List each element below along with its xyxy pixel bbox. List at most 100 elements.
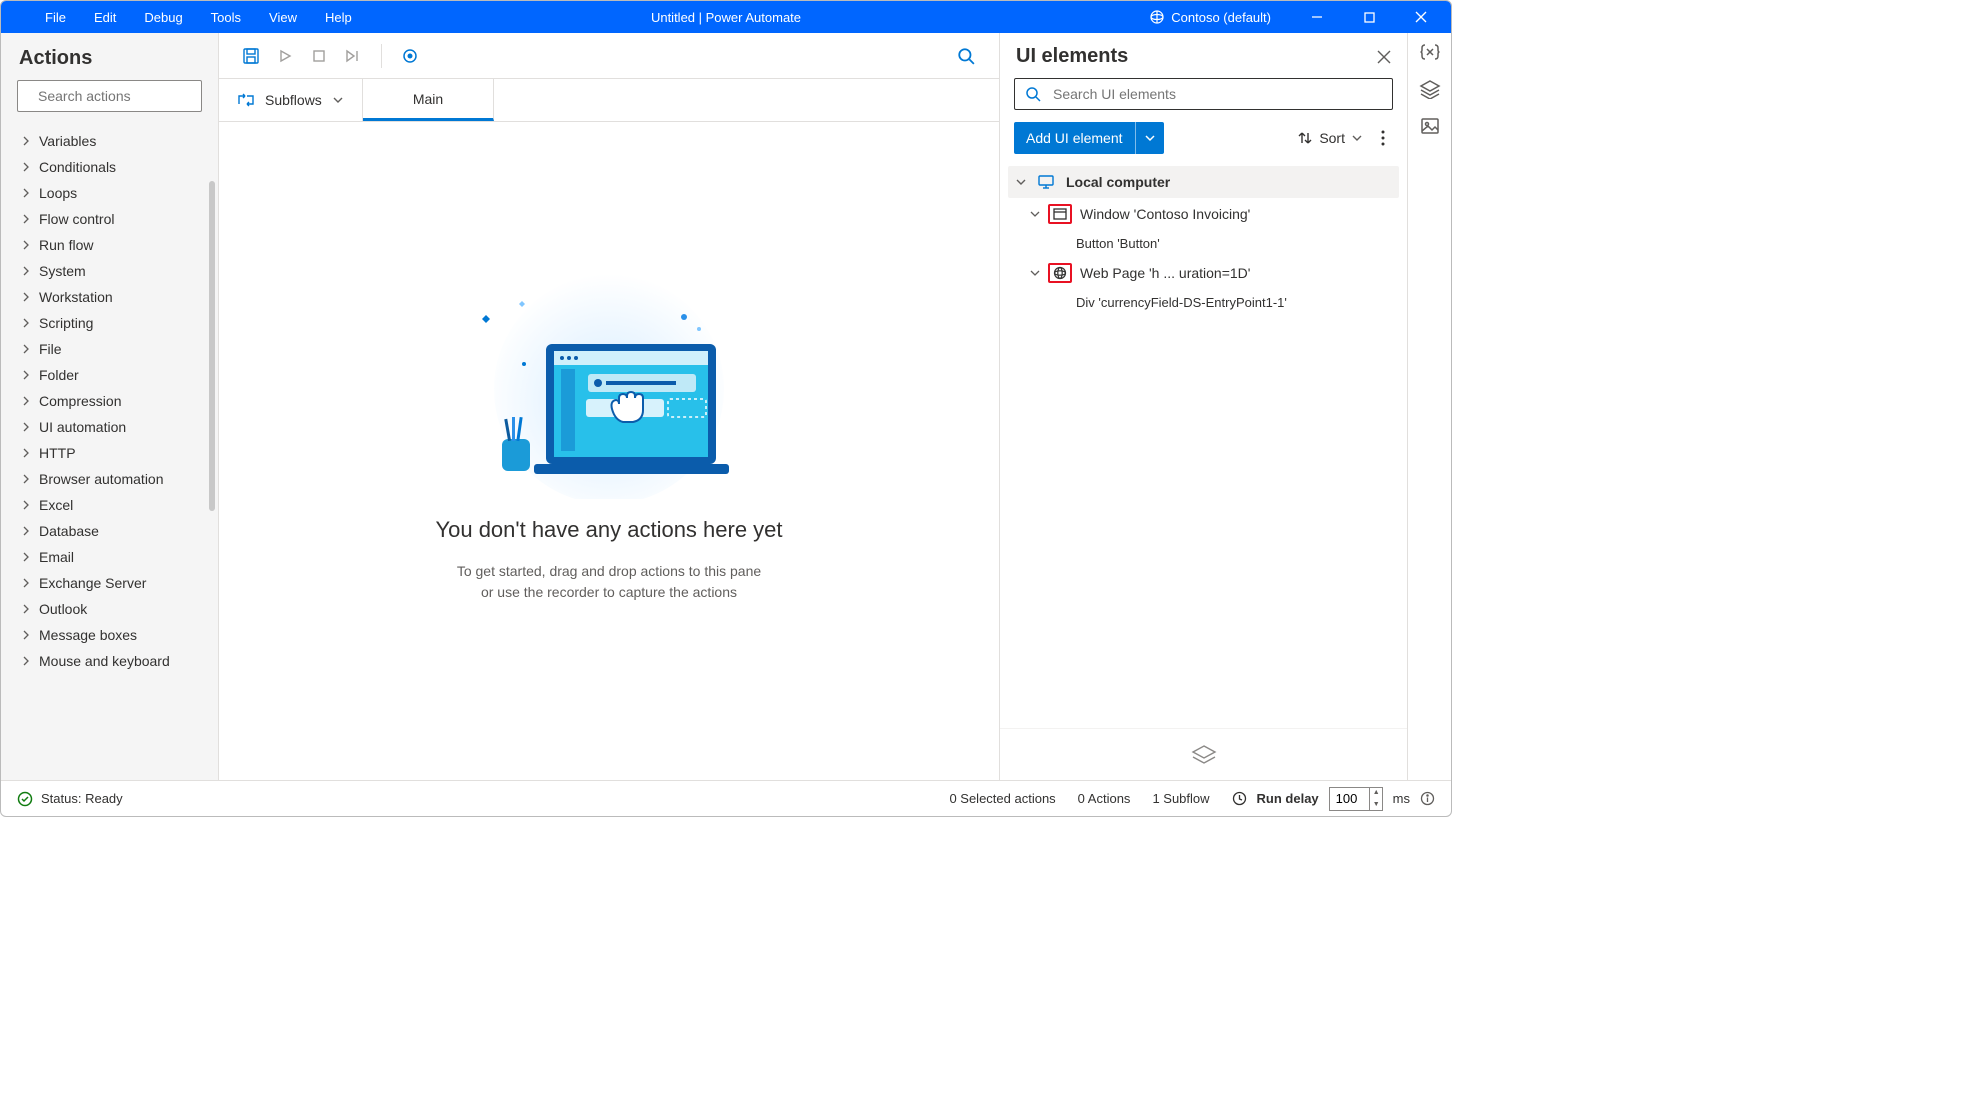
- chevron-right-icon: [21, 370, 31, 380]
- action-group-file[interactable]: File: [1, 336, 218, 362]
- chevron-right-icon: [21, 162, 31, 172]
- action-group-database[interactable]: Database: [1, 518, 218, 544]
- menu-view[interactable]: View: [255, 10, 311, 25]
- menu-file[interactable]: File: [31, 10, 80, 25]
- tree-root[interactable]: Local computer: [1008, 166, 1399, 198]
- minimize-button[interactable]: [1295, 1, 1339, 33]
- body: Actions VariablesConditionalsLoopsFlow c…: [1, 33, 1451, 780]
- run-delay-unit: ms: [1393, 791, 1410, 806]
- action-group-flow-control[interactable]: Flow control: [1, 206, 218, 232]
- subflow-icon: [237, 92, 255, 108]
- tree-item-button[interactable]: Button 'Button': [1008, 230, 1399, 257]
- run-button[interactable]: [269, 40, 301, 72]
- chevron-down-icon: [1016, 177, 1026, 187]
- action-group-run-flow[interactable]: Run flow: [1, 232, 218, 258]
- run-delay-group: Run delay ▲▼ ms: [1232, 787, 1435, 811]
- ui-elements-tree: Local computer Window 'Contoso Invoicing…: [1000, 166, 1407, 728]
- chevron-right-icon: [21, 474, 31, 484]
- action-group-http[interactable]: HTTP: [1, 440, 218, 466]
- save-button[interactable]: [235, 40, 267, 72]
- ui-elements-heading: UI elements: [1016, 45, 1377, 68]
- actions-search-input[interactable]: [36, 87, 221, 105]
- menu-debug[interactable]: Debug: [130, 10, 196, 25]
- menu-help[interactable]: Help: [311, 10, 366, 25]
- chevron-right-icon: [21, 240, 31, 250]
- record-button[interactable]: [394, 40, 426, 72]
- action-group-browser-automation[interactable]: Browser automation: [1, 466, 218, 492]
- chevron-right-icon: [21, 526, 31, 536]
- close-button[interactable]: [1399, 1, 1443, 33]
- close-panel-button[interactable]: [1377, 50, 1391, 64]
- chevron-right-icon: [21, 604, 31, 614]
- ui-elements-search-input[interactable]: [1051, 85, 1382, 103]
- images-rail-button[interactable]: [1420, 117, 1440, 135]
- action-group-excel[interactable]: Excel: [1, 492, 218, 518]
- computer-icon: [1034, 172, 1058, 192]
- add-ui-element-button[interactable]: Add UI element: [1014, 122, 1164, 154]
- status-ready: Status: Ready: [41, 791, 123, 806]
- tab-main[interactable]: Main: [363, 79, 494, 121]
- action-group-ui-automation[interactable]: UI automation: [1, 414, 218, 440]
- action-group-workstation[interactable]: Workstation: [1, 284, 218, 310]
- action-group-exchange-server[interactable]: Exchange Server: [1, 570, 218, 596]
- action-group-system[interactable]: System: [1, 258, 218, 284]
- chevron-down-icon: [332, 94, 344, 106]
- action-group-email[interactable]: Email: [1, 544, 218, 570]
- action-group-message-boxes[interactable]: Message boxes: [1, 622, 218, 648]
- screens-placeholder: [1000, 728, 1407, 780]
- tree-item-div[interactable]: Div 'currencyField-DS-EntryPoint1-1': [1008, 289, 1399, 316]
- run-delay-stepper[interactable]: ▲▼: [1369, 787, 1383, 811]
- menu-tools[interactable]: Tools: [197, 10, 255, 25]
- actions-heading: Actions: [1, 33, 218, 80]
- chevron-down-icon: [1030, 209, 1040, 219]
- stop-button[interactable]: [303, 40, 335, 72]
- variables-rail-button[interactable]: [1420, 43, 1440, 61]
- maximize-button[interactable]: [1347, 1, 1391, 33]
- environment-label[interactable]: Contoso (default): [1171, 10, 1271, 25]
- tree-item-window[interactable]: Window 'Contoso Invoicing': [1008, 198, 1399, 230]
- more-button[interactable]: [1373, 130, 1393, 146]
- scrollbar[interactable]: [209, 181, 215, 511]
- center-area: Subflows Main: [219, 33, 999, 780]
- environment-icon: Contoso (default): [1149, 9, 1287, 25]
- window-icon: [1048, 204, 1072, 224]
- status-bar: Status: Ready 0 Selected actions 0 Actio…: [1, 780, 1451, 816]
- empty-state-illustration: [454, 269, 764, 499]
- action-group-variables[interactable]: Variables: [1, 128, 218, 154]
- search-icon: [1025, 86, 1041, 102]
- actions-search[interactable]: [17, 80, 202, 112]
- chevron-down-icon: [1351, 132, 1363, 144]
- action-group-outlook[interactable]: Outlook: [1, 596, 218, 622]
- designer-canvas[interactable]: You don't have any actions here yet To g…: [219, 122, 999, 780]
- action-group-folder[interactable]: Folder: [1, 362, 218, 388]
- chevron-right-icon: [21, 656, 31, 666]
- run-delay-label: Run delay: [1257, 791, 1319, 806]
- status-selected: 0 Selected actions: [949, 791, 1055, 806]
- designer-toolbar: [219, 33, 999, 79]
- chevron-right-icon: [21, 448, 31, 458]
- add-ui-element-split[interactable]: [1135, 122, 1164, 154]
- info-icon[interactable]: [1420, 791, 1435, 806]
- chevron-right-icon: [21, 214, 31, 224]
- chevron-right-icon: [21, 266, 31, 276]
- subflows-dropdown[interactable]: Subflows: [219, 79, 363, 121]
- ui-elements-search[interactable]: [1014, 78, 1393, 110]
- status-actions: 0 Actions: [1078, 791, 1131, 806]
- action-group-scripting[interactable]: Scripting: [1, 310, 218, 336]
- sort-icon: [1297, 130, 1313, 146]
- action-group-conditionals[interactable]: Conditionals: [1, 154, 218, 180]
- titlebar: Untitled | Power Automate File Edit Debu…: [1, 1, 1451, 33]
- action-group-mouse-and-keyboard[interactable]: Mouse and keyboard: [1, 648, 218, 674]
- chevron-right-icon: [21, 292, 31, 302]
- step-button[interactable]: [337, 40, 369, 72]
- chevron-right-icon: [21, 344, 31, 354]
- ui-elements-rail-button[interactable]: [1419, 79, 1441, 99]
- menu-edit[interactable]: Edit: [80, 10, 130, 25]
- status-subflows: 1 Subflow: [1152, 791, 1209, 806]
- sort-button[interactable]: Sort: [1297, 130, 1363, 146]
- designer-search-button[interactable]: [957, 47, 991, 65]
- action-group-loops[interactable]: Loops: [1, 180, 218, 206]
- action-group-compression[interactable]: Compression: [1, 388, 218, 414]
- tree-item-webpage[interactable]: Web Page 'h ... uration=1D': [1008, 257, 1399, 289]
- chevron-right-icon: [21, 318, 31, 328]
